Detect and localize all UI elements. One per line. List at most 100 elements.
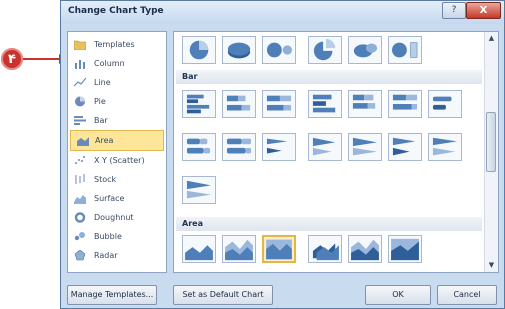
category-scatter[interactable]: X Y (Scatter): [68, 151, 166, 170]
exploded-pie-icon: [313, 38, 336, 61]
category-label: Bubble: [94, 232, 122, 241]
stacked-bar-100-icon: [266, 95, 292, 111]
manage-templates-button[interactable]: Manage Templates...: [67, 285, 157, 305]
section-header-bar: Bar: [176, 70, 482, 84]
category-label: Templates: [94, 40, 135, 49]
area-icon: [185, 245, 213, 261]
stacked-bar-tile[interactable]: [222, 90, 256, 118]
stacked-bar-icon: [226, 95, 251, 111]
category-stock[interactable]: Stock: [68, 170, 166, 189]
stacked-pyramid-bar-tile[interactable]: [428, 133, 462, 161]
title-bar: Change Chart Type ? X: [61, 1, 504, 24]
area-chart-icon: [77, 137, 89, 146]
surface-chart-icon: [74, 195, 86, 204]
pie-of-pie-subtype-tile[interactable]: [262, 36, 296, 64]
stacked-bar-3d-tile[interactable]: [348, 90, 382, 118]
category-label: Line: [94, 78, 111, 87]
ok-button[interactable]: OK: [365, 285, 431, 305]
cone-bar-tile[interactable]: [262, 133, 296, 161]
pie-chart-icon: [75, 96, 85, 107]
stacked-bar-100-3d-icon: [392, 94, 418, 110]
stacked-area-100-icon: [266, 239, 292, 260]
category-line[interactable]: Line: [68, 73, 166, 92]
stacked-area-icon: [225, 239, 253, 261]
pie-subtype-tile[interactable]: [182, 36, 216, 64]
category-bar[interactable]: Bar: [68, 111, 166, 130]
stacked-area-100-3d-tile[interactable]: [388, 235, 422, 263]
category-label: Area: [95, 136, 114, 145]
category-label: Stock: [94, 175, 117, 184]
dialog-title: Change Chart Type: [68, 6, 164, 16]
stacked-pyramid-bar-100-icon: [186, 180, 212, 199]
clustered-bar-tile[interactable]: [182, 90, 216, 118]
bubble-chart-icon: [74, 232, 85, 241]
clustered-bar-icon: [186, 94, 210, 114]
scroll-down-icon[interactable]: ▼: [485, 259, 498, 272]
area-3d-tile[interactable]: [308, 235, 342, 263]
stacked-cylinder-bar-tile[interactable]: [182, 133, 216, 161]
stacked-area-100-tile[interactable]: [262, 235, 296, 263]
cancel-button[interactable]: Cancel: [437, 285, 497, 305]
stacked-area-3d-tile[interactable]: [348, 235, 382, 263]
set-default-chart-button[interactable]: Set as Default Chart: [173, 285, 273, 305]
exploded-pie-3d-icon: [353, 43, 378, 58]
stacked-pyramid-bar-icon: [432, 137, 458, 156]
stacked-cone-bar-icon: [312, 137, 336, 156]
stacked-cylinder-bar-100-icon: [226, 138, 252, 154]
category-pie[interactable]: Pie: [68, 92, 166, 111]
stacked-pyramid-bar-100-tile[interactable]: [182, 176, 216, 204]
area-tile[interactable]: [182, 235, 216, 263]
clustered-bar-3d-icon: [312, 94, 336, 113]
category-label: Surface: [94, 194, 125, 203]
category-label: X Y (Scatter): [94, 156, 145, 165]
pie-3d-subtype-tile[interactable]: [222, 36, 256, 64]
help-button[interactable]: ?: [442, 2, 466, 19]
pie-3d-icon: [227, 42, 251, 59]
stacked-cone-bar-100-icon: [352, 137, 378, 156]
category-label: Radar: [94, 251, 118, 260]
exploded-pie-subtype-tile[interactable]: [308, 36, 342, 64]
clustered-bar-3d-tile[interactable]: [308, 90, 342, 118]
scroll-thumb[interactable]: [486, 112, 496, 172]
pie-icon: [189, 40, 209, 60]
category-label: Bar: [94, 116, 108, 125]
stacked-cylinder-bar-100-tile[interactable]: [222, 133, 256, 161]
cylinder-bar-icon: [432, 96, 452, 110]
category-area[interactable]: Area: [70, 130, 164, 151]
bar-of-pie-icon: [392, 42, 418, 58]
category-surface[interactable]: Surface: [68, 189, 166, 208]
chart-category-list: Templates Column Line Pie Bar Area X Y (…: [67, 31, 167, 273]
folder-icon: [74, 40, 86, 50]
gallery-scrollbar[interactable]: ▲ ▼: [484, 32, 498, 272]
change-chart-type-dialog: Change Chart Type ? X Templates Column L…: [60, 0, 505, 309]
close-button[interactable]: X: [466, 2, 501, 19]
stacked-bar-100-tile[interactable]: [262, 90, 296, 118]
stacked-bar-100-3d-tile[interactable]: [388, 90, 422, 118]
cylinder-bar-tile[interactable]: [428, 90, 462, 118]
pyramid-bar-icon: [392, 137, 416, 156]
exploded-pie-3d-subtype-tile[interactable]: [348, 36, 382, 64]
category-label: Doughnut: [94, 213, 134, 222]
stock-chart-icon: [75, 174, 85, 184]
column-chart-icon: [75, 60, 85, 69]
scroll-up-icon[interactable]: ▲: [485, 32, 498, 45]
category-doughnut[interactable]: Doughnut: [68, 208, 166, 227]
category-column[interactable]: Column: [68, 54, 166, 73]
pyramid-bar-tile[interactable]: [388, 133, 422, 161]
category-templates[interactable]: Templates: [68, 35, 166, 54]
callout-arrow-line: [23, 58, 61, 60]
chart-subtype-gallery: Bar Area ▲ ▼: [173, 31, 499, 273]
category-bubble[interactable]: Bubble: [68, 227, 166, 246]
stacked-area-tile[interactable]: [222, 235, 256, 263]
bar-of-pie-subtype-tile[interactable]: [388, 36, 422, 64]
category-label: Column: [94, 59, 125, 68]
stacked-cone-bar-100-tile[interactable]: [348, 133, 382, 161]
area-3d-icon: [312, 243, 339, 261]
category-radar[interactable]: Radar: [68, 246, 166, 265]
category-label: Pie: [94, 97, 106, 106]
pie-of-pie-icon: [266, 42, 292, 58]
stacked-area-100-3d-icon: [391, 238, 419, 261]
stacked-cone-bar-tile[interactable]: [308, 133, 342, 161]
scatter-chart-icon: [75, 156, 85, 164]
line-chart-icon: [74, 77, 86, 87]
